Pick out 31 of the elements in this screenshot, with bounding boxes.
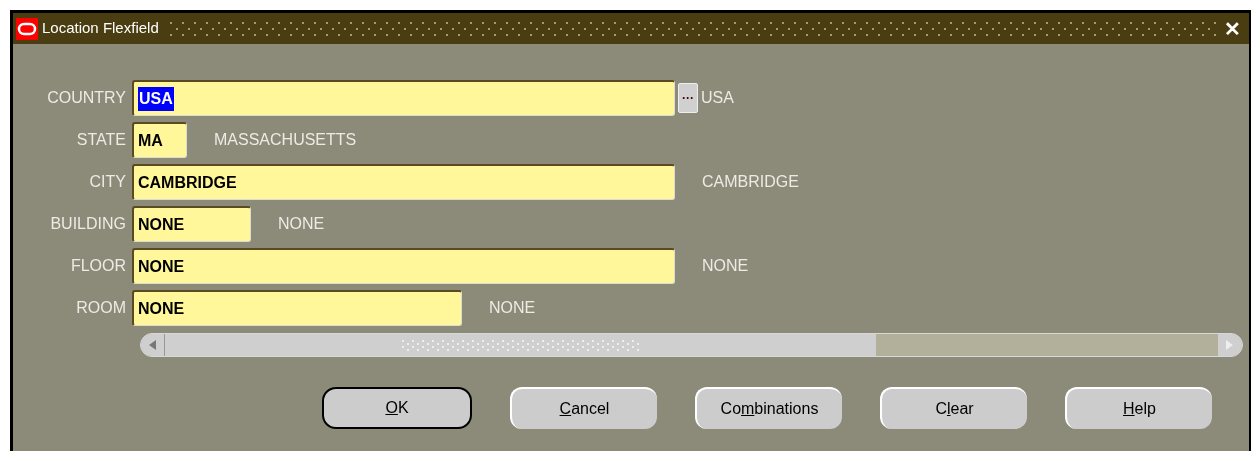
window-title: Location Flexfield [42, 18, 159, 39]
dialog-button[interactable]: OK [322, 387, 472, 429]
field-label: ROOM [75, 298, 127, 318]
input-field[interactable]: NONE [132, 248, 675, 284]
scroll-left-icon[interactable] [141, 334, 165, 356]
close-button[interactable]: ✕ [1222, 18, 1243, 39]
app-logo-icon [16, 17, 38, 40]
field-label: STATE [75, 130, 127, 150]
field-description: USA [701, 88, 734, 108]
input-field[interactable]: NONE [132, 290, 462, 326]
input-field[interactable]: CAMBRIDGE [132, 164, 675, 200]
dialog-button[interactable]: Combinations [695, 387, 842, 429]
field-description: NONE [278, 214, 325, 234]
field-description: CAMBRIDGE [702, 172, 799, 192]
field-description: NONE [702, 256, 749, 276]
field-label: BUILDING [49, 214, 127, 234]
input-field[interactable]: USA [132, 80, 675, 116]
dialog-button[interactable]: Help [1065, 387, 1212, 429]
list-of-values-button[interactable]: ··· [678, 83, 698, 113]
horizontal-scrollbar[interactable] [140, 333, 1243, 357]
input-field[interactable]: MA [132, 122, 187, 158]
field-description: NONE [489, 298, 536, 318]
field-label: COUNTRY [46, 88, 127, 108]
field-label: FLOOR [69, 256, 127, 276]
dialog-button[interactable]: Clear [880, 387, 1027, 429]
scrollbar-thumb[interactable] [165, 334, 876, 356]
input-field[interactable]: NONE [132, 206, 251, 242]
field-label: CITY [88, 172, 127, 192]
field-description: MASSACHUSETTS [214, 130, 357, 150]
scroll-right-icon[interactable] [1218, 334, 1242, 356]
dialog-button[interactable]: Cancel [510, 387, 657, 429]
